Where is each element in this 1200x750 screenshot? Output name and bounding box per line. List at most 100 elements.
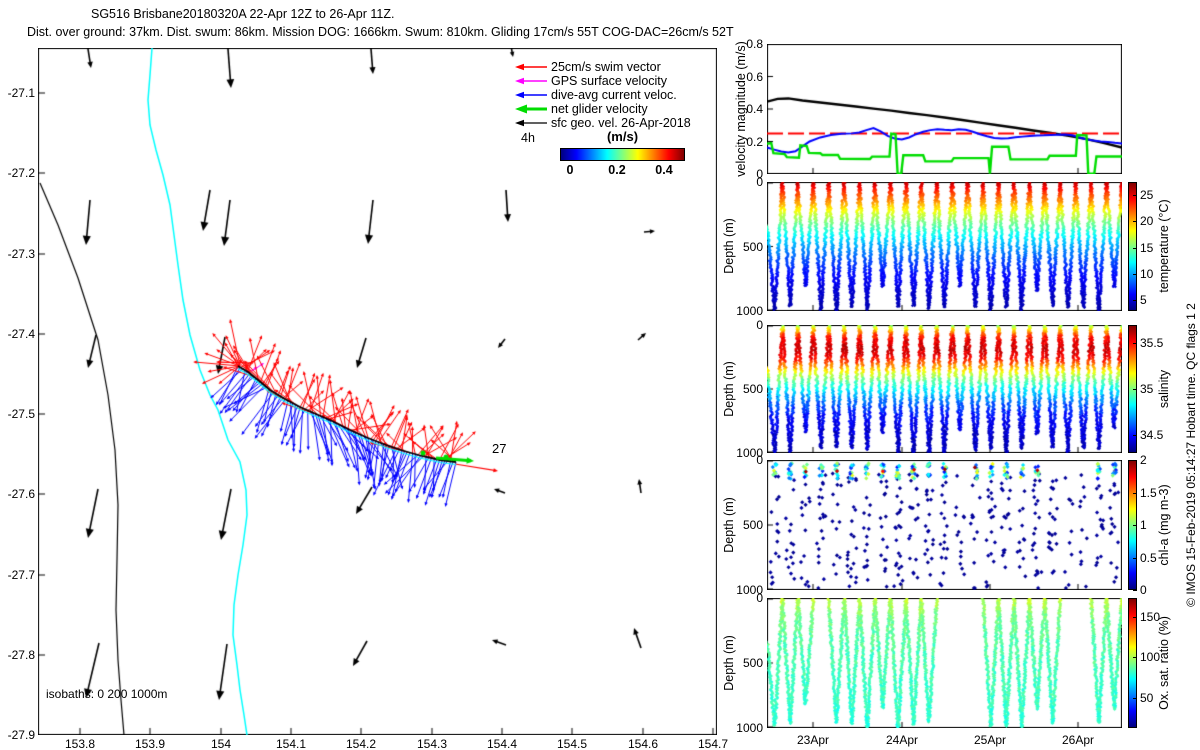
chl-colorbar-label: chl-a (mg m-3) <box>1157 484 1171 565</box>
map-y-tick-label: -27.4 <box>0 327 35 341</box>
oxygen-panel <box>767 598 1122 728</box>
velocity-y-tick-label: 0.8 <box>720 37 763 51</box>
chl-colorbar-tick <box>1133 558 1137 559</box>
map-colorbar <box>560 148 685 161</box>
map-x-tick-label: 154.6 <box>618 737 668 750</box>
chl-scatter-canvas <box>767 460 1122 590</box>
salinity-colorbar-tick <box>1133 389 1137 390</box>
oxygen-colorbar-tick <box>1133 657 1137 658</box>
legend-item: net glider velocity <box>515 102 648 116</box>
isobaths-label: isobaths: 0 200 1000m <box>46 687 167 701</box>
temperature-colorbar-tick-label: 25 <box>1140 188 1153 202</box>
legend-item-label: sfc geo. vel. 26-Apr-2018 <box>551 116 691 130</box>
salinity-scatter-canvas <box>767 325 1122 453</box>
oxygen-y-tick-label: 500 <box>720 656 763 670</box>
temperature-colorbar-tick-label: 5 <box>1140 293 1147 307</box>
map-x-tick-label: 153.8 <box>55 737 105 750</box>
temperature-colorbar <box>1128 182 1137 311</box>
map-y-tick-label: -27.1 <box>0 86 35 100</box>
date-tick-label: 24Apr <box>876 733 928 747</box>
legend-arrow-icon <box>515 89 547 101</box>
legend-item-label: net glider velocity <box>551 102 648 116</box>
map-x-tick-label: 154 <box>196 737 246 750</box>
chl-colorbar-tick <box>1133 460 1137 461</box>
credit-text: © IMOS 15-Feb-2019 05:14:27 Hobart time.… <box>1184 303 1198 607</box>
temperature-colorbar-tick-label: 10 <box>1140 267 1153 281</box>
chl-y-tick-label: 500 <box>720 518 763 532</box>
chl-colorbar-tick-label: 0 <box>1140 583 1147 597</box>
chl-y-tick-label: 0 <box>720 453 763 467</box>
temperature-colorbar-tick-label: 20 <box>1140 214 1153 228</box>
legend-time-scale-label: 4h <box>521 131 535 145</box>
oxygen-colorbar-tick-label: 100 <box>1140 650 1160 664</box>
temperature-colorbar-tick <box>1133 274 1137 275</box>
map-colorbar-tick-label: 0 <box>560 163 580 177</box>
chl-colorbar-tick <box>1133 590 1137 591</box>
temperature-scatter-canvas <box>767 182 1122 311</box>
legend-item-label: GPS surface velocity <box>551 74 667 88</box>
legend-arrow-icon <box>515 61 547 73</box>
salinity-panel <box>767 325 1122 453</box>
temperature-colorbar-tick <box>1133 221 1137 222</box>
map-y-tick-label: -27.9 <box>0 728 35 742</box>
map-x-tick-label: 154.2 <box>336 737 386 750</box>
contour-label-27: 27 <box>492 442 506 456</box>
map-colorbar-title: (m/s) <box>560 130 685 144</box>
salinity-colorbar-tick-label: 35 <box>1140 382 1153 396</box>
legend-arrow-icon <box>515 75 547 87</box>
legend-item-label: dive-avg current veloc. <box>551 88 677 102</box>
map-x-tick-label: 154.7 <box>688 737 738 750</box>
map-y-tick-label: -27.7 <box>0 568 35 582</box>
velocity-chart-canvas <box>767 44 1122 174</box>
temperature-colorbar-tick <box>1133 248 1137 249</box>
figure: SG516 Brisbane20180320A 22-Apr 12Z to 26… <box>0 0 1200 750</box>
chl-panel <box>767 460 1122 590</box>
chl-colorbar-tick <box>1133 493 1137 494</box>
temperature-colorbar-label: temperature (°C) <box>1157 199 1171 292</box>
oxygen-colorbar-tick <box>1133 617 1137 618</box>
date-tick-label: 26Apr <box>1052 733 1104 747</box>
map-legend: 25cm/s swim vectorGPS surface velocitydi… <box>505 60 715 140</box>
map-y-tick-label: -27.8 <box>0 648 35 662</box>
legend-item: 25cm/s swim vector <box>515 60 661 74</box>
map-x-tick-label: 154.5 <box>547 737 597 750</box>
legend-item-label: 25cm/s swim vector <box>551 60 661 74</box>
legend-item: sfc geo. vel. 26-Apr-2018 <box>515 116 691 130</box>
date-tick-label: 25Apr <box>964 733 1016 747</box>
temperature-y-tick-label: 0 <box>720 175 763 189</box>
map-y-tick-label: -27.2 <box>0 166 35 180</box>
figure-title: SG516 Brisbane20180320A 22-Apr 12Z to 26… <box>91 7 394 21</box>
figure-subtitle: Dist. over ground: 37km. Dist. swum: 86k… <box>27 25 734 39</box>
map-colorbar-tick-label: 0.2 <box>607 163 627 177</box>
temperature-panel <box>767 182 1122 311</box>
map-x-tick-label: 154.3 <box>407 737 457 750</box>
salinity-colorbar-tick <box>1133 435 1137 436</box>
map-x-tick-label: 153.9 <box>125 737 175 750</box>
chl-colorbar-tick-label: 1 <box>1140 518 1147 532</box>
velocity-y-tick-label: 0.2 <box>720 135 763 149</box>
temperature-colorbar-tick <box>1133 300 1137 301</box>
chl-colorbar-tick-label: 0.5 <box>1140 551 1157 565</box>
legend-item: GPS surface velocity <box>515 74 667 88</box>
chl-colorbar-tick-label: 1.5 <box>1140 486 1157 500</box>
chl-y-tick-label: 1000 <box>720 583 763 597</box>
salinity-colorbar-label: salinity <box>1157 370 1171 408</box>
temperature-colorbar-tick <box>1133 195 1137 196</box>
velocity-panel <box>767 44 1122 174</box>
legend-arrow-icon <box>515 103 547 115</box>
oxygen-colorbar-tick-label: 50 <box>1140 691 1153 705</box>
salinity-y-tick-label: 0 <box>720 318 763 332</box>
legend-item: dive-avg current veloc. <box>515 88 677 102</box>
oxygen-y-tick-label: 1000 <box>720 721 763 735</box>
map-y-tick-label: -27.6 <box>0 487 35 501</box>
temperature-colorbar-tick-label: 15 <box>1140 241 1153 255</box>
temperature-y-tick-label: 1000 <box>720 304 763 318</box>
salinity-colorbar-tick-label: 35.5 <box>1140 336 1163 350</box>
map-x-tick-label: 154.4 <box>477 737 527 750</box>
oxygen-colorbar-tick-label: 150 <box>1140 610 1160 624</box>
map-y-tick-label: -27.5 <box>0 407 35 421</box>
legend-arrow-icon <box>515 117 547 129</box>
oxygen-scatter-canvas <box>767 598 1122 728</box>
salinity-colorbar-tick <box>1133 343 1137 344</box>
salinity-colorbar-tick-label: 34.5 <box>1140 428 1163 442</box>
